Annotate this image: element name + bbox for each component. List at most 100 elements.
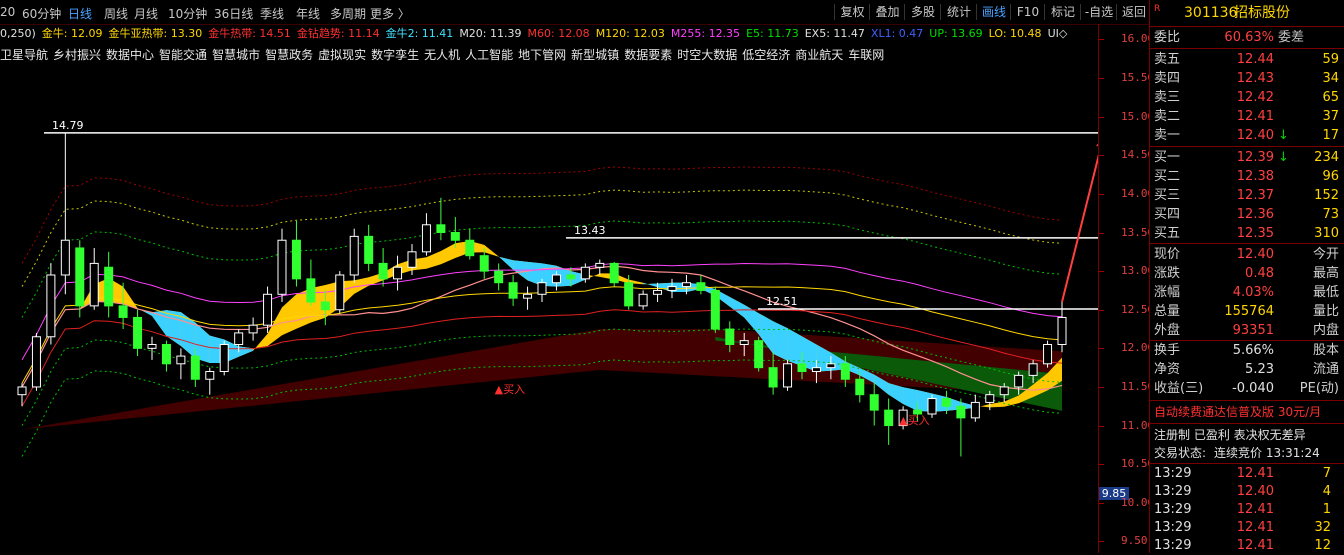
tick-row: 13:29 12.41 7 bbox=[1150, 465, 1344, 483]
period-6[interactable]: 36日线 bbox=[214, 5, 253, 22]
candle-body bbox=[869, 394, 879, 411]
ask-row: 卖二 12.41 37 bbox=[1150, 108, 1344, 126]
weibi-label: 委比 bbox=[1154, 30, 1181, 45]
candle-body bbox=[551, 274, 561, 284]
tick-price: 12.41 bbox=[1236, 538, 1274, 553]
ask-label: 卖五 bbox=[1154, 52, 1181, 67]
bid-row: 买三 12.37 152 bbox=[1150, 187, 1344, 205]
toolbar-button-6[interactable]: 标记 bbox=[1044, 4, 1081, 20]
period-5[interactable]: 10分钟 bbox=[168, 5, 207, 22]
down-arrow-icon: ↓ bbox=[1278, 128, 1289, 143]
period-10[interactable]: 更多 〉 bbox=[370, 5, 410, 22]
period-8[interactable]: 年线 bbox=[296, 5, 320, 22]
toolbar-button-5[interactable]: F10 bbox=[1010, 4, 1045, 20]
ask-value: 12.41 bbox=[1236, 109, 1274, 124]
bid-row: 买五 12.35 310 bbox=[1150, 225, 1344, 243]
bid-tail: 152 bbox=[1314, 188, 1339, 203]
toolbar-button-4[interactable]: 画线 bbox=[976, 4, 1011, 20]
candle-body bbox=[725, 328, 735, 345]
axis-tick-mark bbox=[1099, 464, 1104, 466]
fund-row: 收益(三) -0.040 PE(动) bbox=[1150, 380, 1344, 398]
stat-row: 总量 155764 量比 bbox=[1150, 303, 1344, 321]
candle-body bbox=[31, 336, 41, 388]
drawn-hline-label: 13.43 bbox=[574, 224, 606, 237]
candle-body bbox=[811, 367, 821, 373]
fund-row: 换手 5.66% 股本 bbox=[1150, 342, 1344, 360]
stat-value: 93351 bbox=[1232, 323, 1274, 338]
toolbar-button-1[interactable]: 叠加 bbox=[869, 4, 905, 20]
candle-body bbox=[941, 398, 951, 407]
candle-body bbox=[580, 266, 590, 280]
toolbar-button-7[interactable]: -自选 bbox=[1080, 4, 1117, 20]
stock-name: 招标股份 bbox=[1234, 5, 1290, 21]
candle-body bbox=[927, 398, 937, 415]
toolbar-button-3[interactable]: 统计 bbox=[940, 4, 977, 20]
stat-tail: 最高 bbox=[1312, 266, 1339, 281]
tick-price: 12.41 bbox=[1236, 502, 1274, 517]
period-9[interactable]: 多周期 bbox=[330, 5, 366, 22]
envelope-line bbox=[21, 166, 1063, 264]
candle-body bbox=[75, 247, 85, 307]
tick-volume: 1 bbox=[1322, 502, 1331, 517]
candle-body bbox=[291, 239, 301, 280]
candle-body bbox=[234, 332, 244, 345]
stat-value: 12.40 bbox=[1236, 247, 1274, 262]
fund-tail: 流通 bbox=[1312, 362, 1339, 377]
stat-value: 4.03% bbox=[1232, 285, 1274, 300]
bid-label: 买一 bbox=[1154, 150, 1181, 165]
period-1[interactable]: 60分钟 bbox=[22, 5, 61, 22]
ask-tail: 65 bbox=[1322, 90, 1339, 105]
bid-label: 买二 bbox=[1154, 169, 1181, 184]
period-4[interactable]: 月线 bbox=[134, 5, 158, 22]
promo-text[interactable]: 自动续费通达信普及版 30元/月 bbox=[1154, 403, 1321, 421]
weibi-row: 委比 60.63% 委差 bbox=[1150, 29, 1344, 47]
period-3[interactable]: 周线 bbox=[104, 5, 128, 22]
stat-row: 涨幅 4.03% 最低 bbox=[1150, 284, 1344, 302]
candle-body bbox=[450, 232, 460, 241]
candle-body bbox=[667, 286, 677, 291]
tick-row: 13:29 12.41 12 bbox=[1150, 537, 1344, 555]
toolbar-button-0[interactable]: 复权 bbox=[834, 4, 870, 20]
period-7[interactable]: 季线 bbox=[260, 5, 284, 22]
candle-body bbox=[219, 343, 229, 373]
candle-body bbox=[999, 386, 1009, 396]
candle-body bbox=[855, 378, 865, 396]
stat-row: 涨跌 0.48 最高 bbox=[1150, 265, 1344, 283]
candle-body bbox=[176, 355, 186, 365]
candle-body bbox=[985, 394, 995, 403]
period-2[interactable]: 日线 bbox=[68, 5, 92, 22]
promo-banner[interactable]: 自动续费通达信普及版 30元/月 bbox=[1150, 403, 1344, 421]
cyan-ribbon-segment bbox=[744, 304, 759, 335]
stat-tail: 最低 bbox=[1312, 285, 1339, 300]
candle-body bbox=[956, 405, 966, 419]
candle-body bbox=[277, 239, 287, 295]
stat-label: 现价 bbox=[1154, 247, 1181, 262]
cyan-ribbon-segment bbox=[888, 383, 904, 404]
axis-tick-mark bbox=[1099, 541, 1104, 543]
toolbar-button-8[interactable]: 返回 bbox=[1116, 4, 1151, 20]
candle-body bbox=[710, 289, 720, 330]
bid-row: 买四 12.36 73 bbox=[1150, 206, 1344, 224]
axis-tick-mark bbox=[1099, 78, 1104, 80]
fund-value: -0.040 bbox=[1232, 381, 1274, 396]
tick-volume: 7 bbox=[1322, 466, 1331, 481]
fund-value: 5.66% bbox=[1232, 343, 1274, 358]
stat-label: 总量 bbox=[1154, 304, 1181, 319]
ask-value: 12.42 bbox=[1236, 90, 1274, 105]
price-axis: 9.85 16.00 15.50 15.00 14.50 14.00 13.50 13.00… bbox=[1098, 24, 1154, 553]
axis-tick-mark bbox=[1099, 271, 1104, 273]
candle-body bbox=[1043, 343, 1053, 365]
toolbar-button-2[interactable]: 多股 bbox=[904, 4, 941, 20]
cyan-ribbon-segment bbox=[773, 321, 788, 361]
ask-row: 卖四 12.43 34 bbox=[1150, 70, 1344, 88]
kline-chart[interactable]: 14.7913.4312.51▲买入▲买入金融ETF量化研究 bbox=[0, 22, 1098, 553]
cyan-ribbon-segment bbox=[903, 387, 918, 411]
ask-label: 卖三 bbox=[1154, 90, 1181, 105]
axis-tick-label: 9.50 bbox=[1121, 534, 1148, 548]
axis-tick-mark bbox=[1099, 193, 1104, 195]
cyan-ribbon-segment bbox=[643, 282, 658, 288]
period-0[interactable]: 20 bbox=[0, 5, 15, 19]
candle-body bbox=[465, 239, 475, 257]
down-arrow-icon: ↓ bbox=[1278, 150, 1289, 165]
candle-body bbox=[436, 224, 446, 234]
